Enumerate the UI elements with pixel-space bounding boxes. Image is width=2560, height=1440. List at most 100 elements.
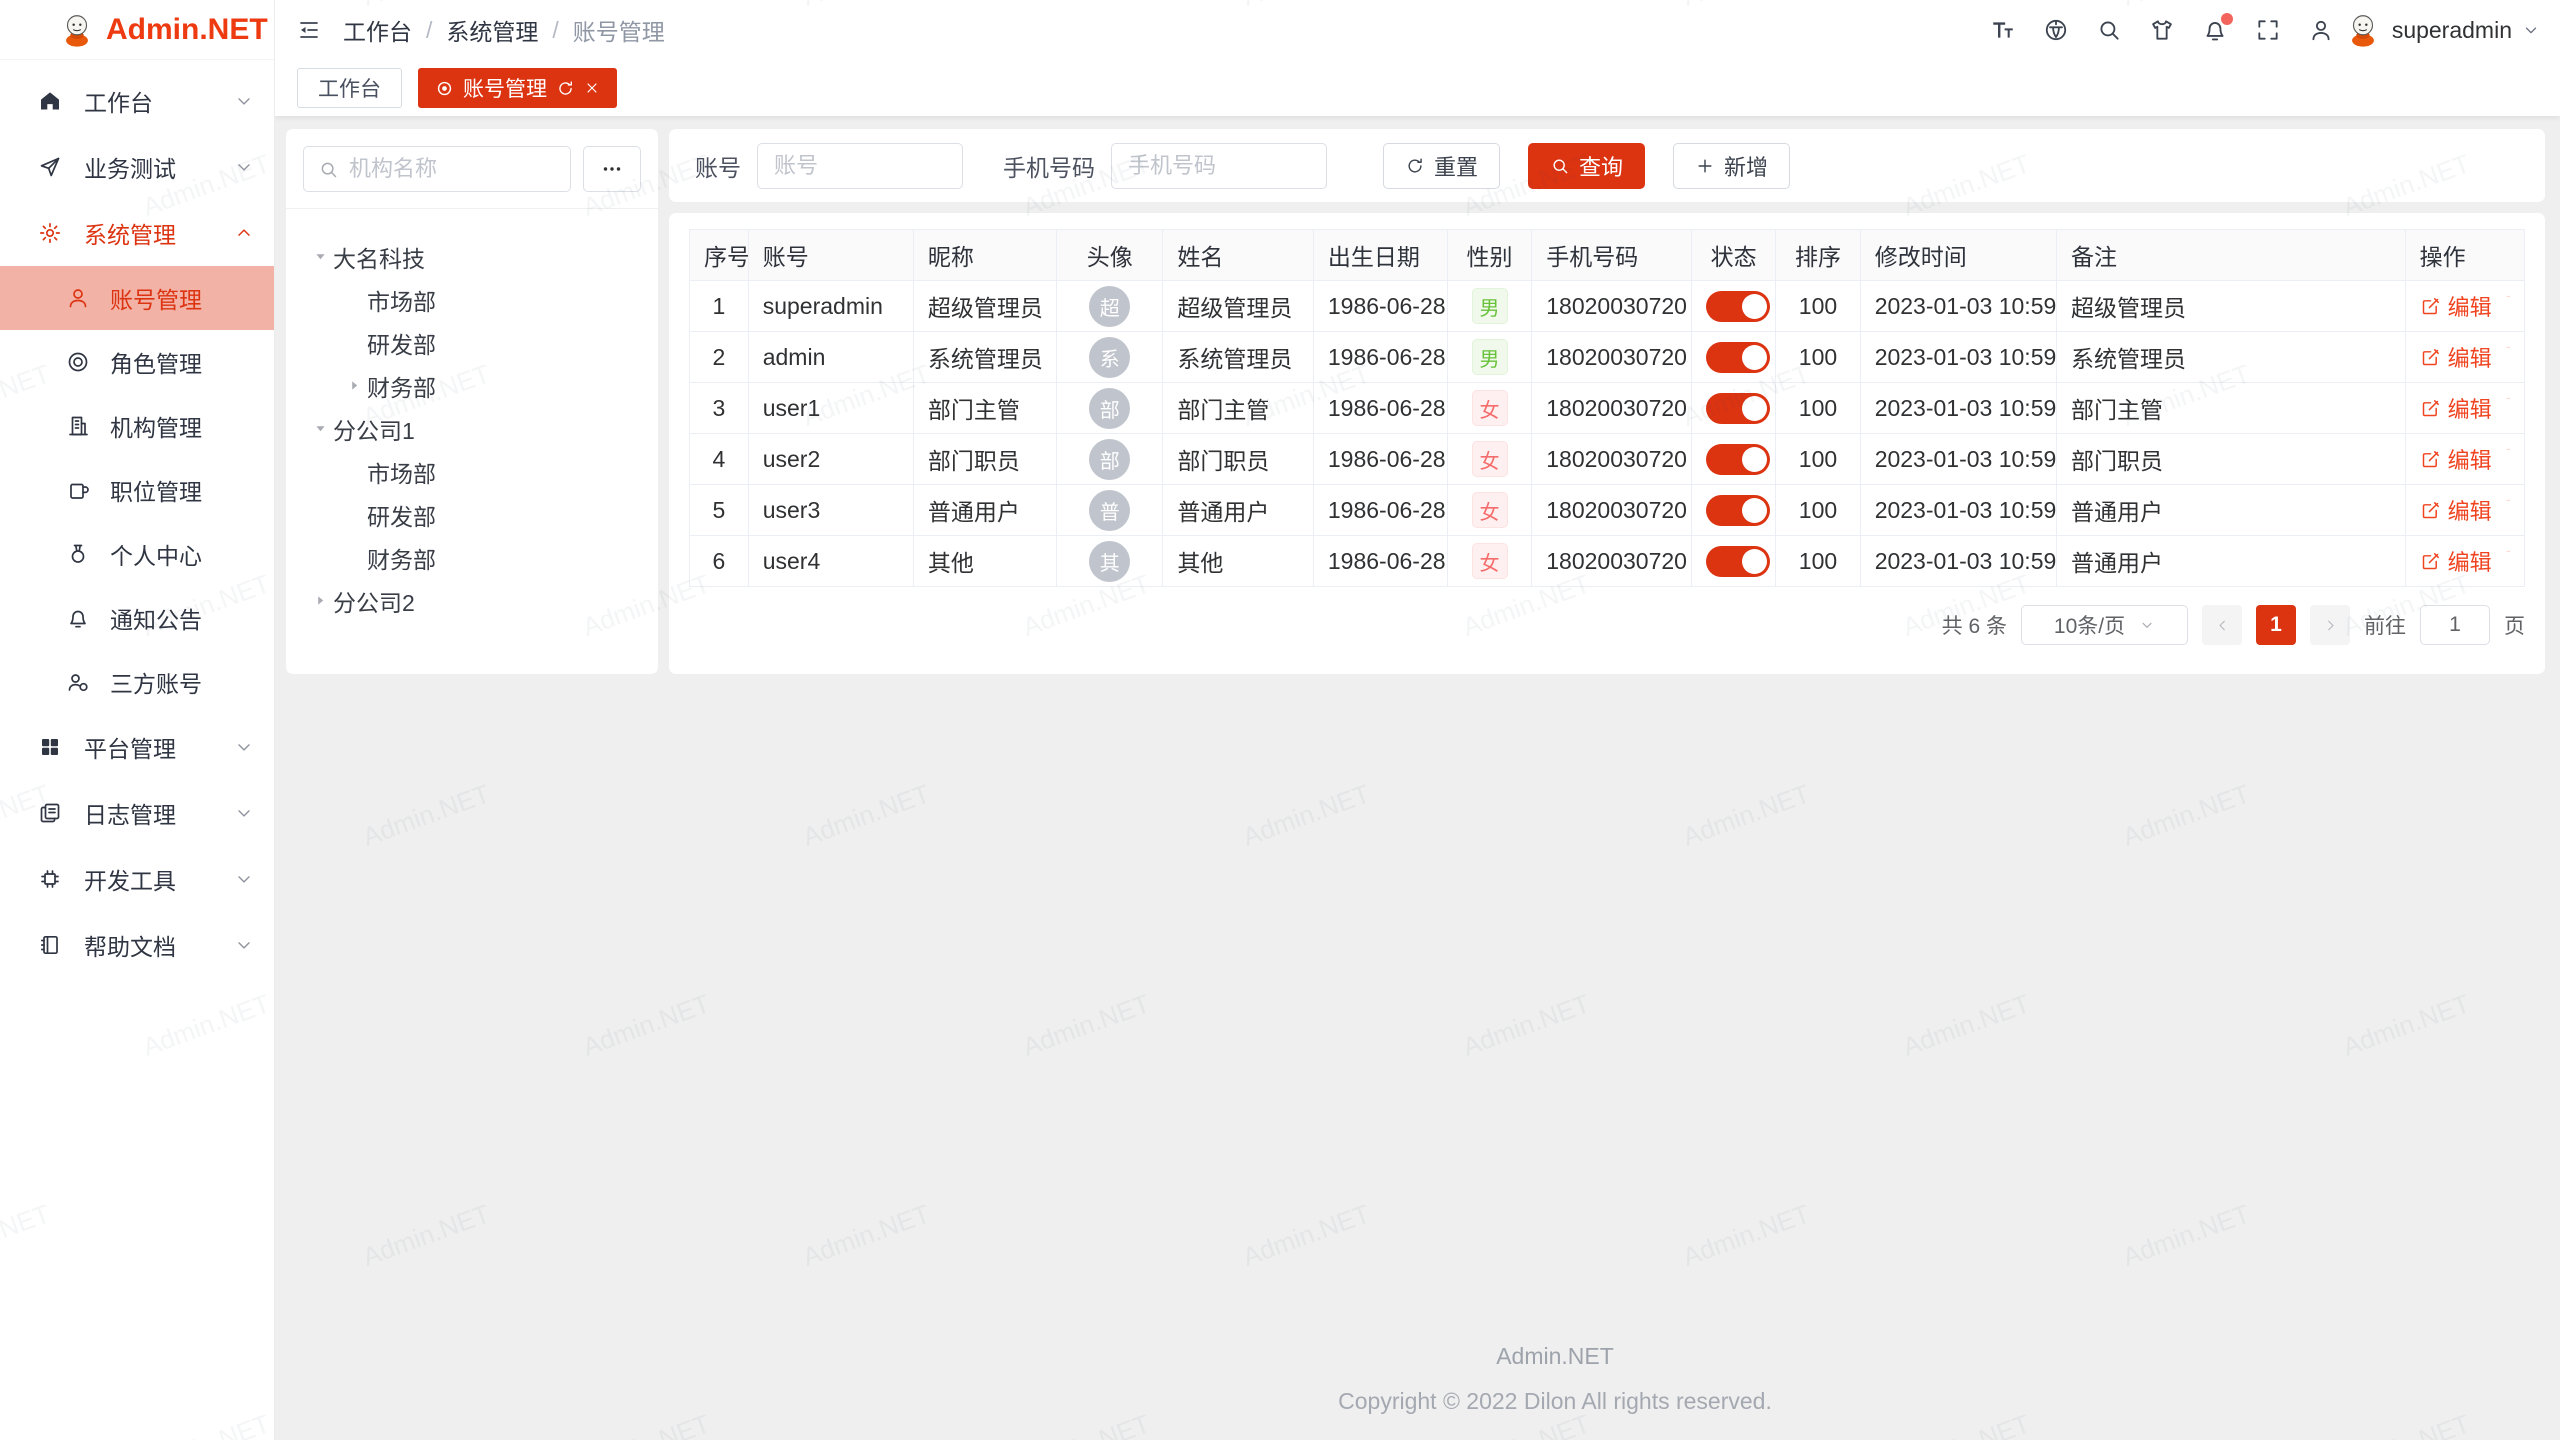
caret-down-icon[interactable]	[307, 416, 333, 442]
tree-node-大名科技[interactable]: 大名科技	[303, 235, 641, 278]
status-toggle[interactable]	[1706, 495, 1770, 526]
more-actions-button[interactable]	[2506, 549, 2510, 573]
sidebar-item-业务测试[interactable]: 业务测试	[0, 134, 274, 200]
breadcrumb-item[interactable]: 工作台	[343, 13, 412, 47]
column-header-birth: 出生日期	[1313, 230, 1447, 281]
search-icon[interactable]	[2096, 17, 2122, 43]
tree-node-财务部[interactable]: 财务部	[303, 536, 641, 579]
next-page-button[interactable]	[2310, 605, 2350, 645]
user-icon[interactable]	[2308, 17, 2334, 43]
breadcrumb-item[interactable]: 账号管理	[573, 13, 665, 47]
cell-status	[1691, 434, 1775, 485]
status-toggle[interactable]	[1706, 546, 1770, 577]
cell-index: 5	[690, 485, 749, 536]
more-actions-button[interactable]	[2506, 345, 2510, 369]
theme-icon[interactable]	[2149, 17, 2175, 43]
tab-label: 账号管理	[463, 73, 547, 103]
chevron-right-icon	[2322, 617, 2339, 634]
cell-phone: 18020030720	[1532, 332, 1692, 383]
cell-remark: 部门主管	[2057, 383, 2406, 434]
cell-account: user4	[748, 536, 913, 587]
sidebar-subitem-通知公告[interactable]: 通知公告	[0, 586, 274, 650]
language-icon[interactable]	[2043, 17, 2069, 43]
tab-bar: 工作台 账号管理	[275, 60, 2560, 116]
font-size-icon[interactable]	[1990, 17, 2016, 43]
page-size-select[interactable]: 10条/页	[2021, 605, 2188, 645]
refresh-icon[interactable]	[556, 79, 575, 98]
search-icon	[1550, 156, 1570, 176]
edit-button[interactable]: 编辑	[2420, 392, 2492, 424]
edit-button[interactable]: 编辑	[2420, 341, 2492, 373]
cell-account: user2	[748, 434, 913, 485]
send-icon	[38, 155, 62, 179]
cell-name: 超级管理员	[1163, 281, 1313, 332]
prev-page-button[interactable]	[2202, 605, 2242, 645]
org-search-input[interactable]	[349, 156, 556, 182]
row-avatar: 系	[1089, 337, 1130, 378]
page-1-button[interactable]: 1	[2256, 605, 2296, 645]
sidebar-subitem-机构管理[interactable]: 机构管理	[0, 394, 274, 458]
caret-right-icon[interactable]	[341, 373, 367, 399]
cell-modified: 2023-01-03 10:59:44	[1860, 434, 2056, 485]
chip-icon	[38, 867, 62, 891]
status-toggle[interactable]	[1706, 342, 1770, 373]
more-actions-button[interactable]	[2506, 396, 2510, 420]
sidebar-item-平台管理[interactable]: 平台管理	[0, 714, 274, 780]
sidebar-item-日志管理[interactable]: 日志管理	[0, 780, 274, 846]
sidebar-item-帮助文档[interactable]: 帮助文档	[0, 912, 274, 978]
status-toggle[interactable]	[1706, 393, 1770, 424]
cell-op: 编辑	[2405, 383, 2524, 434]
tree-node-分公司2[interactable]: 分公司2	[303, 579, 641, 622]
sidebar-item-开发工具[interactable]: 开发工具	[0, 846, 274, 912]
tree-node-财务部[interactable]: 财务部	[303, 364, 641, 407]
tree-node-label: 分公司2	[333, 584, 415, 618]
caret-down-icon[interactable]	[307, 244, 333, 270]
sidebar-subitem-个人中心[interactable]: 个人中心	[0, 522, 274, 586]
more-actions-button[interactable]	[2506, 294, 2510, 318]
goto-page-input[interactable]	[2420, 605, 2490, 645]
user-menu[interactable]: superadmin	[2344, 11, 2540, 49]
tree-node-label: 分公司1	[333, 412, 415, 446]
tree-node-研发部[interactable]: 研发部	[303, 321, 641, 364]
fullscreen-icon[interactable]	[2255, 17, 2281, 43]
sidebar-item-工作台[interactable]: 工作台	[0, 68, 274, 134]
org-search-field	[303, 146, 571, 192]
reset-button[interactable]: 重置	[1383, 143, 1500, 189]
notification-icon[interactable]	[2202, 17, 2228, 43]
tree-more-button[interactable]	[583, 146, 641, 192]
gear-icon	[38, 221, 62, 245]
tree-node-市场部[interactable]: 市场部	[303, 278, 641, 321]
phone-input[interactable]	[1111, 143, 1327, 189]
app-logo[interactable]: Admin.NET	[0, 0, 274, 60]
more-actions-button[interactable]	[2506, 498, 2510, 522]
edit-button[interactable]: 编辑	[2420, 545, 2492, 577]
tree-node-市场部[interactable]: 市场部	[303, 450, 641, 493]
more-actions-button[interactable]	[2506, 447, 2510, 471]
search-button[interactable]: 查询	[1528, 143, 1645, 189]
edit-button[interactable]: 编辑	[2420, 443, 2492, 475]
status-toggle[interactable]	[1706, 291, 1770, 322]
column-header-nickname: 昵称	[913, 230, 1056, 281]
tab-工作台[interactable]: 工作台	[297, 68, 402, 108]
sidebar-subitem-职位管理[interactable]: 职位管理	[0, 458, 274, 522]
log-icon	[38, 801, 62, 825]
breadcrumb-item[interactable]: 系统管理	[446, 13, 538, 47]
table-body: 1superadmin超级管理员超超级管理员1986-06-28男1802003…	[690, 281, 2525, 587]
caret-spacer	[341, 502, 367, 528]
close-icon[interactable]	[584, 80, 600, 96]
add-button[interactable]: 新增	[1673, 143, 1790, 189]
tree-node-分公司1[interactable]: 分公司1	[303, 407, 641, 450]
sidebar-item-系统管理[interactable]: 系统管理	[0, 200, 274, 266]
org-tree-panel: 大名科技市场部研发部财务部分公司1市场部研发部财务部分公司2	[286, 129, 658, 674]
account-input[interactable]	[757, 143, 963, 189]
caret-right-icon[interactable]	[307, 588, 333, 614]
status-toggle[interactable]	[1706, 444, 1770, 475]
tree-node-研发部[interactable]: 研发部	[303, 493, 641, 536]
sidebar-subitem-角色管理[interactable]: 角色管理	[0, 330, 274, 394]
edit-button[interactable]: 编辑	[2420, 494, 2492, 526]
edit-button[interactable]: 编辑	[2420, 290, 2492, 322]
tab-账号管理[interactable]: 账号管理	[418, 68, 617, 108]
collapse-menu-icon[interactable]	[297, 18, 321, 42]
sidebar-subitem-三方账号[interactable]: 三方账号	[0, 650, 274, 714]
sidebar-subitem-账号管理[interactable]: 账号管理	[0, 266, 274, 330]
